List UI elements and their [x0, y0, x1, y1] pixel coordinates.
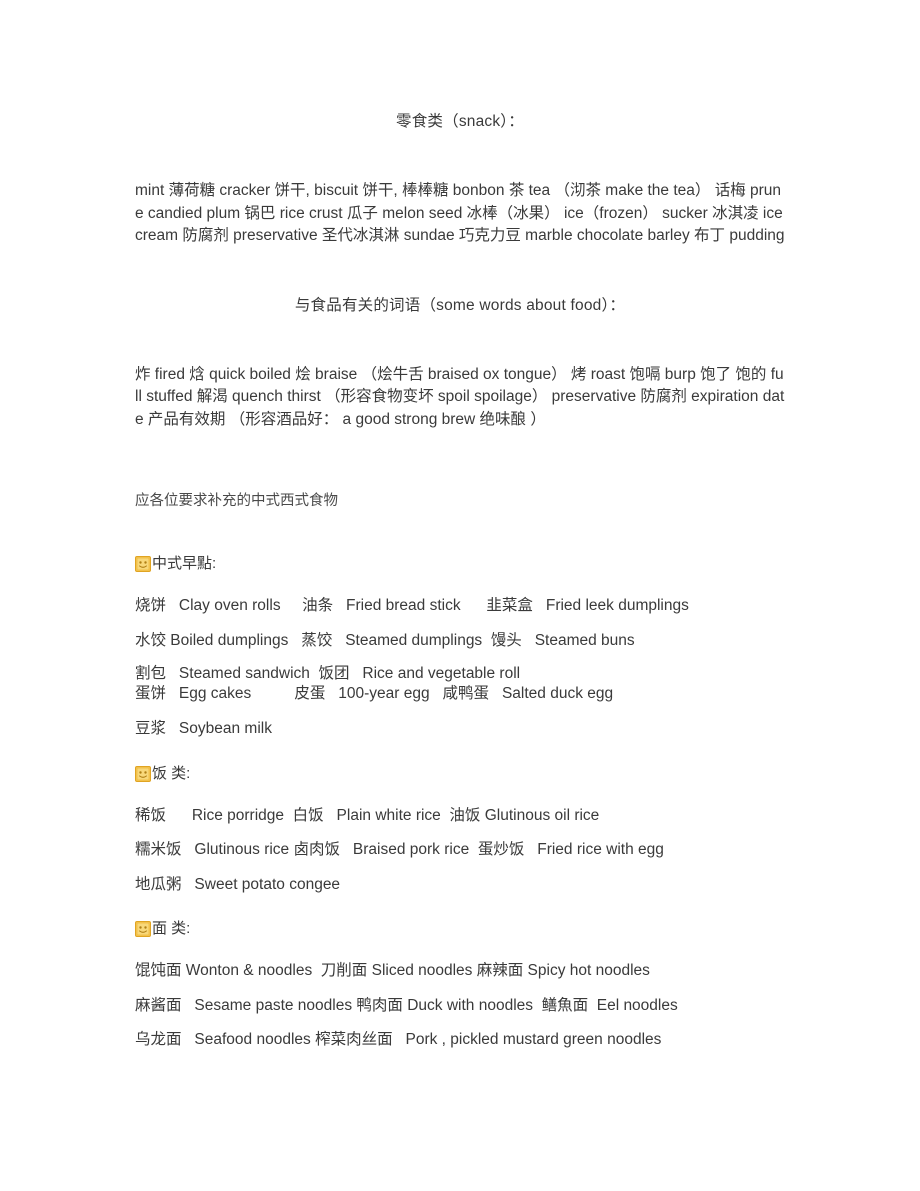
- category-heading: 中式早點:: [135, 553, 785, 575]
- food-line-group: 稀饭 Rice porridge 白饭 Plain white rice 油饭 …: [135, 805, 785, 897]
- food-line-group: 烧饼 Clay oven rolls 油条 Fried bread stick …: [135, 595, 785, 652]
- category-heading: 饭 类:: [135, 763, 785, 785]
- spacer-after-snack-heading: [135, 132, 785, 180]
- category-heading: 面 类:: [135, 918, 785, 940]
- category-label: 中式早點:: [152, 555, 217, 572]
- document-page: 零食类（snack）： mint 薄荷糖 cracker 饼干, biscuit…: [0, 0, 920, 1191]
- document-content: 零食类（snack）： mint 薄荷糖 cracker 饼干, biscuit…: [135, 0, 785, 1052]
- snack-section-heading: 零食类（snack）：: [396, 113, 524, 130]
- food-line: 水饺 Boiled dumplings 蒸饺 Steamed dumplings…: [135, 631, 635, 649]
- snack-section-body: mint 薄荷糖 cracker 饼干, biscuit 饼干, 棒棒糖 bon…: [135, 182, 785, 244]
- food-line-group: 割包 Steamed sandwich 饭团 Rice and vegetabl…: [135, 664, 785, 704]
- orange-emoji-icon: [135, 556, 151, 572]
- food-line: 稀饭 Rice porridge 白饭 Plain white rice 油饭 …: [135, 806, 600, 824]
- food-line: 乌龙面 Seafood noodles 榨菜肉丝面 Pork , pickled…: [135, 1031, 662, 1048]
- spacer-after-snack-body: [135, 248, 785, 296]
- food-line: 蛋饼 Egg cakes 皮蛋 100-year egg 咸鸭蛋 Salted …: [135, 685, 614, 702]
- food-line-group: 豆浆 Soybean milk: [135, 718, 785, 741]
- food-line-group: 馄饨面 Wonton & noodles 刀削面 Sliced noodles …: [135, 960, 785, 1052]
- food-words-section-body: 炸 fired 焓 quick boiled 烩 braise （烩牛舌 bra…: [135, 365, 785, 428]
- category-label: 面 类:: [152, 920, 191, 937]
- food-line: 地瓜粥 Sweet potato congee: [135, 875, 341, 893]
- spacer-after-added-title: [135, 511, 785, 553]
- spacer-after-food-words-heading: [135, 316, 785, 364]
- food-categories-list: 中式早點: 烧饼 Clay oven rolls 油条 Fried bread s…: [135, 553, 785, 1052]
- orange-emoji-icon: [135, 921, 151, 937]
- food-line: 割包 Steamed sandwich 饭团 Rice and vegetabl…: [135, 665, 521, 682]
- food-line: 糯米饭 Glutinous rice 卤肉饭 Braised pork rice…: [135, 841, 664, 858]
- food-line: 麻酱面 Sesame paste noodles 鸭肉面 Duck with n…: [135, 996, 678, 1014]
- orange-emoji-icon: [135, 765, 151, 782]
- food-line: 烧饼 Clay oven rolls 油条 Fried bread stick …: [135, 597, 689, 614]
- food-line: 馄饨面 Wonton & noodles 刀削面 Sliced noodles …: [135, 962, 650, 979]
- added-foods-title: 应各位要求补充的中式西式食物: [135, 493, 338, 509]
- food-line: 豆浆 Soybean milk: [135, 720, 272, 737]
- spacer-before-added-title: [135, 431, 785, 491]
- spacer-top: [135, 0, 785, 112]
- food-words-section-heading: 与食品有关的词语（some words about food）：: [294, 296, 626, 314]
- category-label: 饭 类:: [152, 764, 191, 782]
